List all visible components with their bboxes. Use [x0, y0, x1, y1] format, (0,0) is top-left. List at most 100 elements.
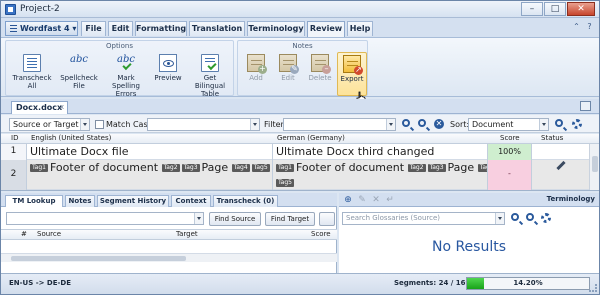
- tab-edit[interactable]: Edit: [108, 21, 133, 36]
- source-cell[interactable]: Ultimate Docx file: [27, 144, 273, 160]
- sort-label: Sort:: [450, 120, 470, 129]
- source-page: Page: [201, 161, 229, 174]
- edit-term-icon[interactable]: ✎: [357, 195, 367, 205]
- maximize-pane-icon[interactable]: [580, 101, 591, 111]
- tm-lookup-panel: TM Lookup Notes Segment History Context …: [1, 193, 337, 273]
- source-text: Footer of document: [49, 161, 159, 174]
- terminology-title: Terminology: [546, 195, 595, 203]
- tag-chip: Tag4: [477, 164, 487, 172]
- tab-translation[interactable]: Translation: [189, 21, 245, 36]
- minimize-button[interactable]: –: [521, 2, 543, 16]
- filter-input[interactable]: [283, 118, 396, 131]
- app-menu-button[interactable]: Wordfast 4 ▾: [5, 21, 78, 36]
- settings-gear-icon[interactable]: [571, 118, 583, 130]
- no-results-message: No Results: [431, 239, 507, 255]
- filter-add-icon[interactable]: [417, 118, 429, 130]
- edit-pencil-icon: [556, 160, 566, 171]
- document-tabs: Docx.docx x: [1, 99, 599, 114]
- tag-chip: Tag4: [231, 164, 250, 172]
- add-note-button[interactable]: + Add: [241, 52, 271, 96]
- menu-icon: [10, 25, 17, 32]
- tm-results-header: # Source Target Score: [1, 229, 337, 240]
- close-button[interactable]: ✕: [567, 2, 595, 16]
- segments-count: Segments: 24 / 169: [394, 279, 471, 287]
- overflow-button[interactable]: [319, 212, 335, 226]
- tab-tm-lookup[interactable]: TM Lookup: [5, 195, 63, 207]
- glossary-search-input[interactable]: Search Glossaries (Source): [342, 212, 505, 225]
- table-row[interactable]: 1 Ultimate Docx file Ultimate Docx third…: [1, 144, 589, 160]
- tab-segment-history[interactable]: Segment History: [97, 195, 169, 207]
- tab-review[interactable]: Review: [307, 21, 345, 37]
- view-select[interactable]: Source or Target: [9, 118, 90, 131]
- delete-note-button[interactable]: – Delete: [305, 52, 335, 96]
- notes-group-title: Notes: [292, 42, 313, 50]
- mark-spelling-label: Mark Spelling Errors: [112, 74, 140, 98]
- grid-scrollbar[interactable]: [589, 144, 599, 190]
- tag-chip: Tag1: [276, 164, 294, 172]
- source-cell[interactable]: Tag1 Footer of document Tag2 Tag3 Page Tag4…: [27, 160, 273, 190]
- collapse-ribbon-icon[interactable]: ⌃: [571, 22, 582, 33]
- delete-term-icon[interactable]: ✕: [371, 195, 381, 205]
- maximize-button[interactable]: □: [544, 2, 566, 16]
- bilingual-table-icon: [201, 54, 219, 72]
- insert-term-icon[interactable]: ↵: [385, 195, 395, 205]
- glossary-settings-icon[interactable]: [540, 212, 552, 224]
- resize-grip-icon[interactable]: [589, 284, 597, 292]
- clear-filter-icon[interactable]: ✕: [433, 118, 445, 130]
- tab-context[interactable]: Context: [171, 195, 211, 207]
- status-bar: EN-US -> DE-DE Segments: 24 / 169 14.20%: [1, 273, 599, 294]
- progress-bar: 14.20%: [466, 277, 590, 290]
- find-target-button[interactable]: Find Target: [265, 212, 315, 226]
- transcheck-all-button[interactable]: Transcheck All: [11, 52, 53, 96]
- sort-select[interactable]: Document: [468, 118, 549, 131]
- match-case-select[interactable]: [147, 118, 260, 131]
- status-cell: [532, 144, 589, 160]
- tm-search-input[interactable]: [6, 212, 204, 225]
- add-term-icon[interactable]: ⊕: [343, 195, 353, 205]
- col-source: Source: [37, 230, 62, 238]
- tab-help[interactable]: Help: [347, 21, 373, 36]
- tm-horizontal-scrollbar[interactable]: [1, 253, 337, 262]
- tab-file[interactable]: File: [81, 21, 106, 36]
- match-case-checkbox[interactable]: [95, 120, 104, 129]
- help-icon[interactable]: ?: [584, 22, 595, 33]
- transcheck-icon: [23, 54, 41, 72]
- tab-notes[interactable]: Notes: [65, 195, 95, 207]
- app-icon: [5, 4, 16, 15]
- glossary-filter-icon[interactable]: [525, 212, 537, 224]
- transcheck-label: Transcheck All: [12, 74, 52, 90]
- mark-spelling-icon: abc: [117, 54, 135, 72]
- table-row[interactable]: 2 Tag1 Footer of document Tag2 Tag3 Page Ta…: [1, 160, 589, 190]
- export-notes-button[interactable]: ↗ Export: [337, 52, 367, 96]
- tab-transcheck[interactable]: Transcheck (0): [213, 195, 278, 207]
- edit-note-button[interactable]: ✎ Edit: [273, 52, 303, 96]
- target-page: Page: [447, 161, 475, 174]
- glossary-search-icon[interactable]: [510, 212, 522, 224]
- find-source-button[interactable]: Find Source: [209, 212, 261, 226]
- header-target: German (Germany): [277, 134, 345, 142]
- options-group: Options Transcheck All abc Spellcheck Fi…: [5, 40, 234, 98]
- search-icon[interactable]: [401, 118, 413, 130]
- add-note-icon: +: [247, 54, 267, 74]
- tab-formatting[interactable]: Formatting: [135, 21, 187, 36]
- status-cell: [532, 160, 589, 176]
- get-bilingual-table-button[interactable]: Get Bilingual Table: [188, 52, 232, 98]
- tag-chip: Tag3: [427, 164, 446, 172]
- document-tab[interactable]: Docx.docx x: [11, 101, 68, 114]
- mark-spelling-errors-button[interactable]: abc Mark Spelling Errors: [104, 52, 148, 98]
- header-id: ID: [11, 134, 19, 142]
- tab-terminology[interactable]: Terminology: [247, 21, 305, 36]
- tag-chip: Tag5: [251, 164, 270, 172]
- col-target: Target: [176, 230, 198, 238]
- row-number: 1: [1, 144, 27, 160]
- spellcheck-file-button[interactable]: abc Spellcheck File: [56, 52, 102, 96]
- target-cell[interactable]: Ultimate Docx third changed: [273, 144, 488, 160]
- header-score: Score: [500, 134, 520, 142]
- preview-button[interactable]: Preview: [150, 52, 186, 96]
- options-group-title: Options: [105, 42, 133, 50]
- edit-note-label: Edit: [281, 74, 295, 82]
- sort-search-icon[interactable]: [554, 118, 566, 130]
- close-tab-icon[interactable]: x: [60, 102, 64, 113]
- target-cell[interactable]: Tag1Footer of document Tag2Tag3Page Tag4…: [273, 160, 488, 190]
- terminology-toolbar: ⊕ ✎ ✕ ↵ Terminology: [339, 193, 599, 207]
